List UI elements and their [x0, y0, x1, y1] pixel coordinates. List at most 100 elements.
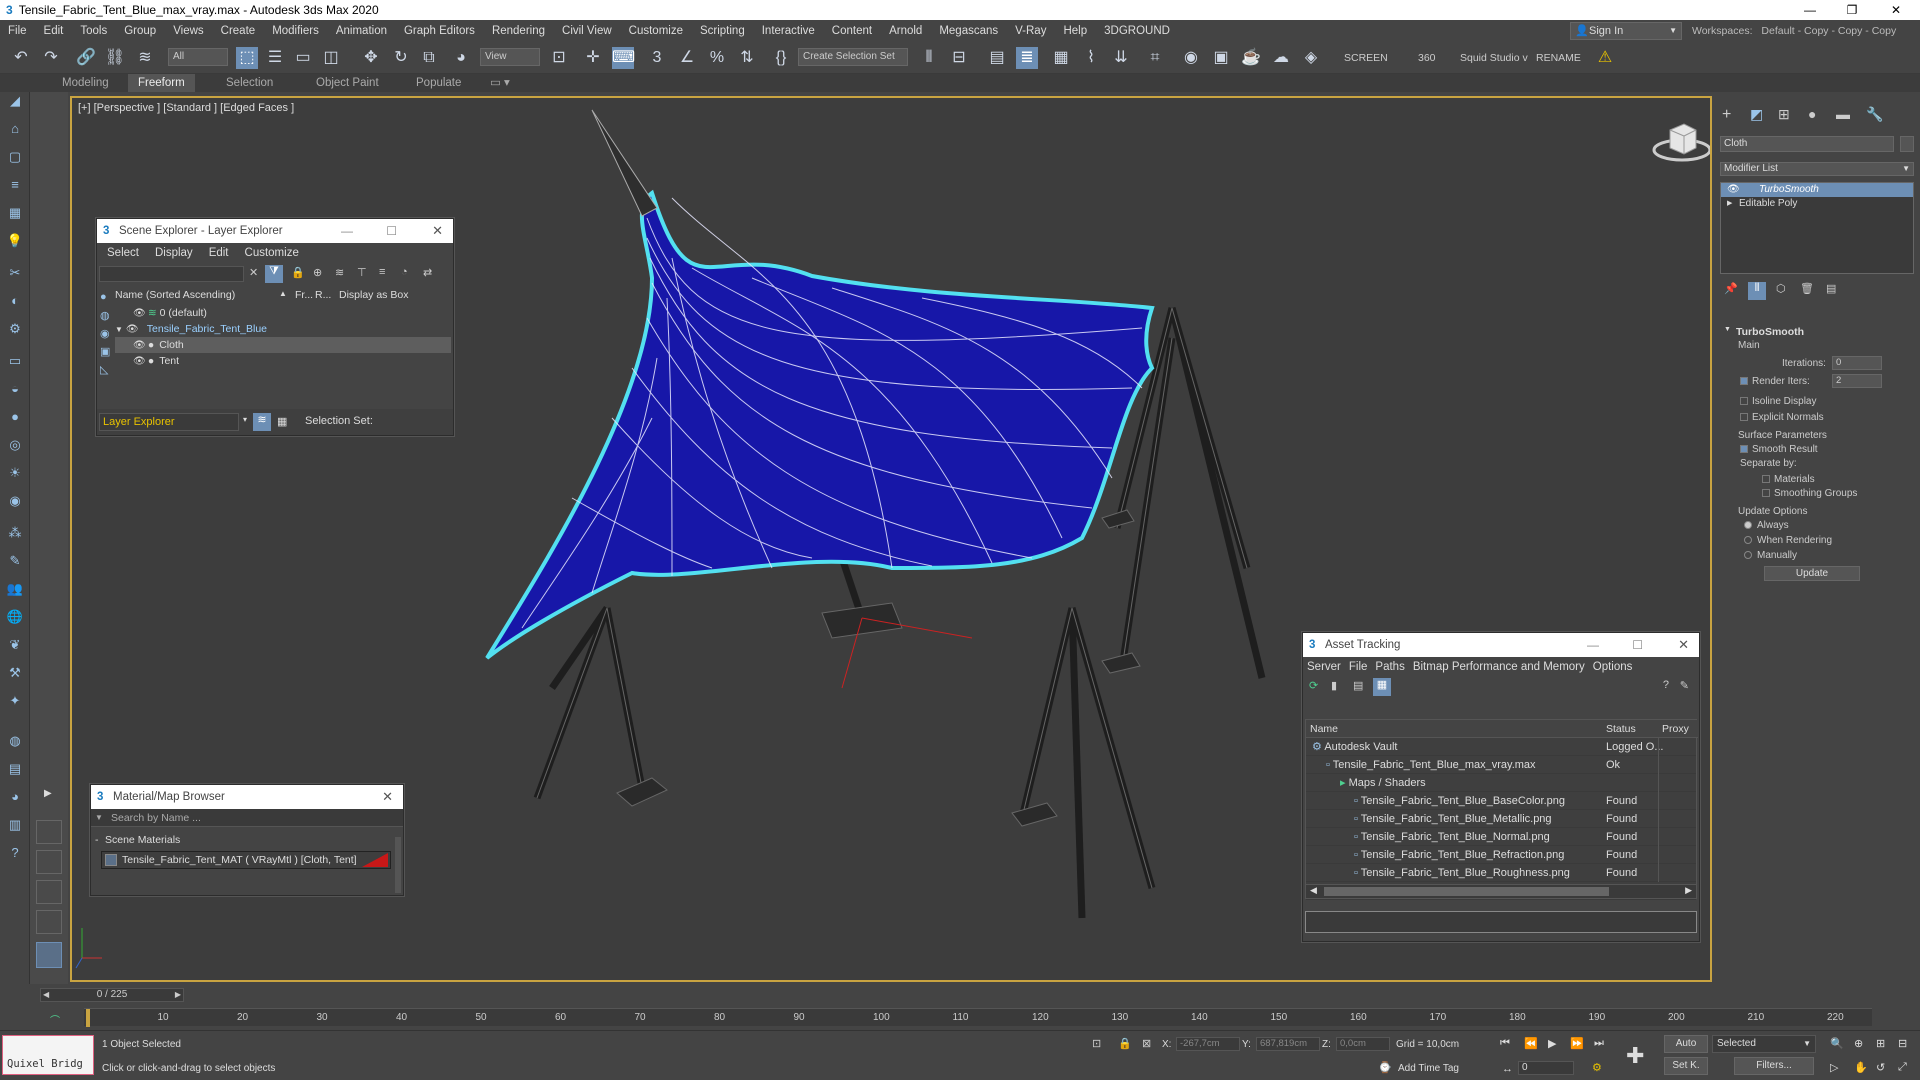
visibility-icon[interactable]: 👁	[133, 354, 146, 370]
render-production-icon[interactable]: ☁	[1270, 47, 1292, 69]
show-end-result-icon[interactable]: ⫴	[1748, 282, 1766, 300]
display-objects-icon[interactable]: ●	[100, 291, 107, 303]
material-search[interactable]: ▼ Search by Name ...	[91, 809, 403, 827]
menu-interactive[interactable]: Interactive	[762, 25, 815, 37]
explicit-normals-checkbox[interactable]: Explicit Normals	[1740, 412, 1824, 423]
smooth-result-checkbox[interactable]: Smooth Result	[1740, 444, 1818, 455]
modifier-list-select[interactable]: Modifier List ▼	[1720, 162, 1914, 176]
scene-materials-group[interactable]: - Scene Materials	[91, 831, 403, 849]
mirror-icon[interactable]: ⫴	[918, 47, 940, 69]
hierarchy-icon[interactable]: ⊤	[357, 266, 367, 279]
asset-row[interactable]: ▫ Tensile_Fabric_Tent_Blue_Roughness.png…	[1306, 864, 1696, 882]
menu-scripting[interactable]: Scripting	[700, 25, 745, 37]
display-helpers-icon[interactable]: ◺	[100, 363, 108, 376]
scroll-thumb[interactable]	[1324, 887, 1609, 896]
layout-tab-2[interactable]	[36, 850, 62, 874]
visibility-icon[interactable]: 👁	[133, 306, 146, 322]
col-display-box[interactable]: Display as Box	[339, 289, 408, 301]
move-icon[interactable]: ✥	[360, 47, 382, 69]
menu-views[interactable]: Views	[173, 25, 203, 37]
globe-tool-icon[interactable]: 🌐	[5, 608, 25, 626]
zoom-icon[interactable]: 🔍	[1830, 1037, 1844, 1050]
sun-tool-icon[interactable]: ☀	[5, 464, 25, 482]
asset-row[interactable]: ▸ Maps / Shaders	[1306, 774, 1696, 792]
maximize-icon[interactable]: ☐	[1632, 633, 1643, 657]
edit-named-selection-icon[interactable]: {}	[770, 47, 792, 69]
layer-stack-icon[interactable]: ≋	[335, 266, 344, 279]
asset-tracking-titlebar[interactable]: 3 Asset Tracking — ☐ ✕	[1303, 633, 1699, 657]
object-row-tent[interactable]: 👁 ● Tent	[115, 353, 451, 369]
menu-options[interactable]: Options	[1593, 661, 1633, 673]
tab-modeling[interactable]: Modeling	[62, 74, 109, 92]
time-config-icon[interactable]: ⚙	[1592, 1061, 1602, 1074]
warning-icon[interactable]: ⚠	[1594, 47, 1616, 69]
go-to-start-icon[interactable]: ⏮	[1500, 1037, 1510, 1050]
menu-display[interactable]: Display	[155, 247, 193, 259]
key-filters-button[interactable]: Filters...	[1734, 1057, 1814, 1075]
scroll-left-icon[interactable]: ◀	[1310, 885, 1317, 896]
menu-modifiers[interactable]: Modifiers	[272, 25, 319, 37]
light-tool-icon[interactable]: 💡	[5, 232, 25, 250]
expand-icon[interactable]: ▶	[1727, 197, 1732, 211]
make-unique-icon[interactable]: ⬡	[1776, 282, 1786, 295]
material-item[interactable]: Tensile_Fabric_Tent_MAT ( VRayMtl ) [Clo…	[101, 851, 391, 869]
menu-content[interactable]: Content	[832, 25, 872, 37]
modify-tab-icon[interactable]: ◩	[1750, 106, 1763, 123]
isoline-display-checkbox[interactable]: Isoline Display	[1740, 396, 1816, 407]
menu-paths[interactable]: Paths	[1375, 661, 1404, 673]
absolute-mode-icon[interactable]: ⊠	[1142, 1037, 1151, 1050]
stack-item-editable-poly[interactable]: ▶ Editable Poly	[1721, 197, 1913, 211]
iterations-spinner[interactable]: 0	[1832, 356, 1882, 370]
help-icon[interactable]: ?	[1663, 679, 1669, 691]
help-tool-icon[interactable]: ?	[5, 844, 25, 862]
layout-tab-1[interactable]	[36, 820, 62, 844]
light-bulb-tool-icon[interactable]: ◉	[5, 492, 25, 510]
rename-button[interactable]: RENAME	[1536, 42, 1581, 74]
close-icon[interactable]: ✕	[382, 785, 393, 809]
asset-row[interactable]: ⚙ Autodesk Vault Logged O...	[1306, 738, 1696, 756]
dropdown-icon[interactable]: ▾	[243, 415, 247, 424]
go-to-end-icon[interactable]: ⏭	[1594, 1037, 1604, 1050]
object-tool-icon[interactable]: ⌂	[5, 120, 25, 138]
sphere-small-tool-icon[interactable]: ◍	[5, 732, 25, 750]
y-coordinate-field[interactable]: 687,819cm	[1256, 1037, 1320, 1051]
helper-tool-icon[interactable]: ⚙	[5, 320, 25, 338]
select-object-icon[interactable]: ⬚	[236, 47, 258, 69]
place-icon[interactable]: ◕	[450, 47, 472, 69]
expand-arrow-icon[interactable]: ▶	[44, 788, 52, 799]
render-setup-icon[interactable]: ▣	[1210, 47, 1232, 69]
keyboard-shortcut-override-icon[interactable]: ⌨	[612, 47, 635, 69]
close-icon[interactable]: ✕	[432, 219, 443, 243]
scene-explorer-icon[interactable]: ▤	[986, 47, 1008, 69]
mini-curve-editor-icon[interactable]: ⌒	[50, 1012, 60, 1027]
ribbon-options-icon[interactable]: ▭ ▾	[490, 74, 510, 92]
orbit-icon[interactable]: ↺	[1876, 1061, 1885, 1074]
material-editor-icon[interactable]: ◉	[1180, 47, 1202, 69]
torus-tool-icon[interactable]: ◎	[5, 436, 25, 454]
cylinder-tool-icon[interactable]: ●	[5, 408, 25, 426]
reference-coord-select[interactable]: View	[480, 48, 540, 66]
menu-rendering[interactable]: Rendering	[492, 25, 545, 37]
scene-explorer-titlebar[interactable]: 3 Scene Explorer - Layer Explorer — ☐ ✕	[97, 219, 453, 243]
add-time-tag[interactable]: Add Time Tag	[1398, 1063, 1459, 1074]
scene-tool-icon[interactable]: ▢	[5, 148, 25, 166]
undo-icon[interactable]: ↶	[10, 47, 32, 69]
menu-vray[interactable]: V-Ray	[1015, 25, 1046, 37]
maximize-icon[interactable]: ☐	[386, 219, 397, 243]
clear-search-icon[interactable]: ✕	[249, 266, 258, 279]
spinner-snap-icon[interactable]: ⇅	[736, 47, 758, 69]
field-of-view-icon[interactable]: ▷	[1830, 1061, 1838, 1074]
hierarchy-tab-icon[interactable]: ⊞	[1778, 106, 1790, 123]
remove-modifier-icon[interactable]: 🗑	[1800, 282, 1814, 295]
box-tool-icon[interactable]: ▭	[5, 352, 25, 370]
layout-tab-active[interactable]	[36, 942, 62, 968]
asset-row[interactable]: ▫ Tensile_Fabric_Tent_Blue_max_vray.max O…	[1306, 756, 1696, 774]
layout-tab-3[interactable]	[36, 880, 62, 904]
update-when-rendering-radio[interactable]: When Rendering	[1744, 535, 1832, 546]
minimize-icon[interactable]: —	[1587, 633, 1599, 657]
grid-view-icon[interactable]: ▦	[1373, 678, 1391, 696]
tab-populate[interactable]: Populate	[416, 74, 461, 92]
expand-icon[interactable]: ▼	[115, 325, 123, 334]
col-render[interactable]: R...	[315, 289, 331, 301]
menu-file[interactable]: File	[8, 25, 27, 37]
